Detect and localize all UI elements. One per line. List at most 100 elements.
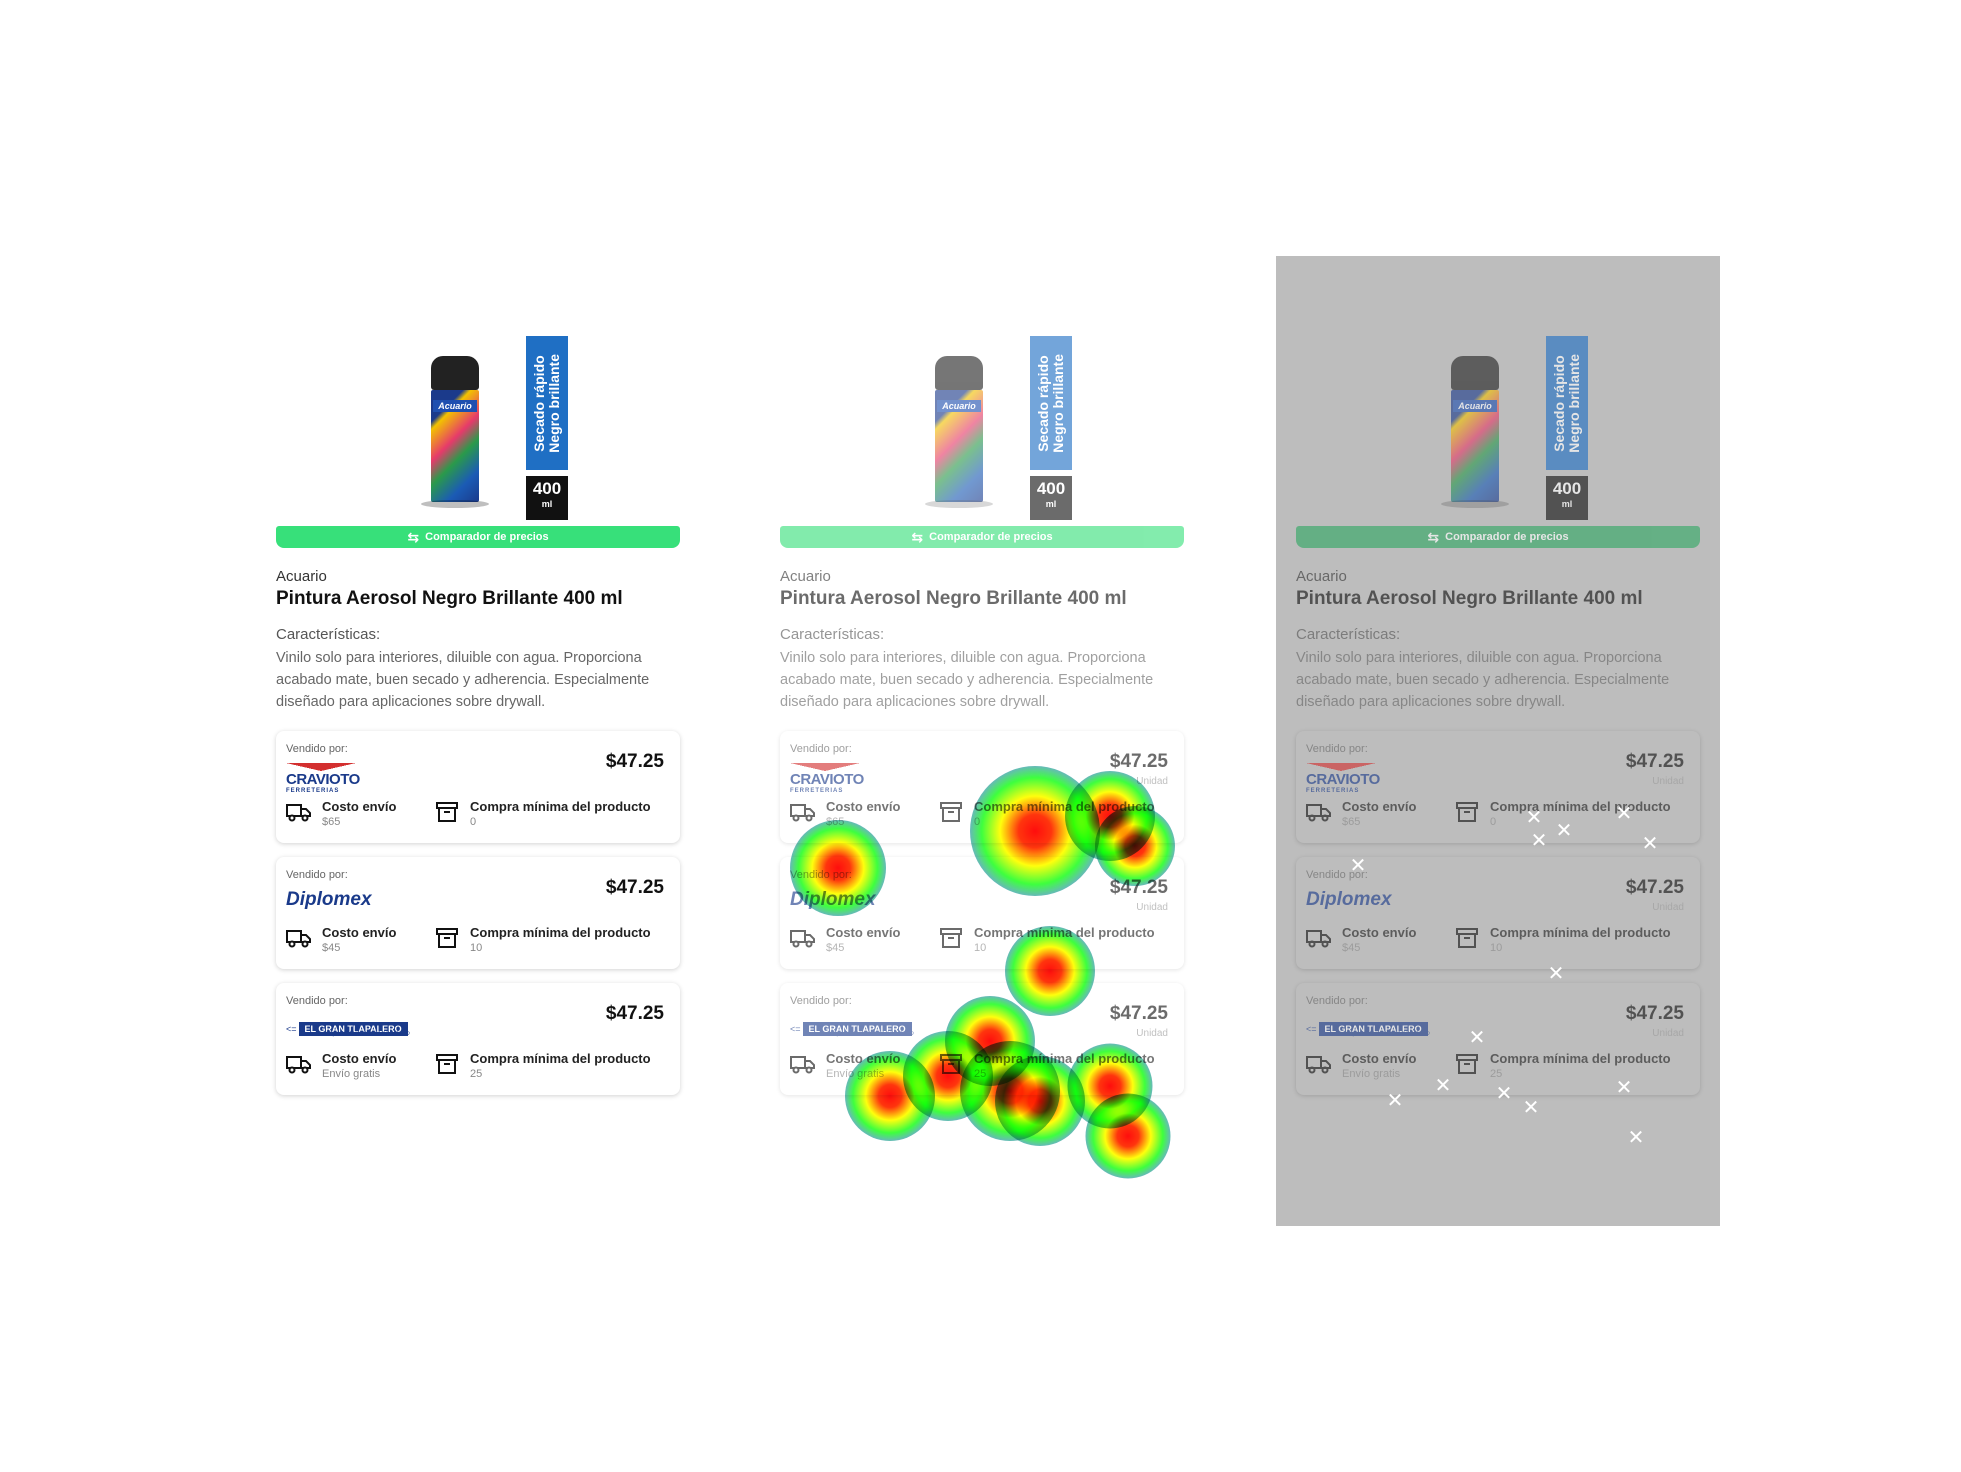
product-image: Acuario Secado rápido Negro brillante 40… <box>780 256 1184 526</box>
price: $47.25 <box>605 1003 664 1024</box>
sellers-list: Vendido por: $47.25 Unidad CRAVIOTO FERRE… <box>780 731 1184 1095</box>
sellers-list: Vendido por: $47.25 Unidad CRAVIOTO FERRE… <box>1296 731 1700 1095</box>
min-purchase-info: Compra mínima del producto 25 <box>1454 1051 1671 1080</box>
seller-logo-diplomex: Diplomex <box>286 889 372 910</box>
seller-card[interactable]: Vendido por: $47.25 Unidad CRAVIOTO FERRE… <box>780 731 1184 843</box>
unit-label: Unidad <box>1652 1028 1684 1039</box>
truck-icon <box>286 1056 311 1074</box>
unit-label: Unidad <box>1136 776 1168 787</box>
product-image: Acuario Secado rápido Negro brillante 40… <box>1296 256 1700 526</box>
shipping-info: Costo envío Envío gratis <box>790 1051 900 1080</box>
characteristics-text: Vinilo solo para interiores, diluible co… <box>1296 650 1670 710</box>
min-purchase-info: Compra mínima del producto 25 <box>938 1051 1155 1080</box>
archive-box-icon <box>436 1054 458 1074</box>
archive-box-icon <box>1456 1054 1478 1074</box>
seller-card[interactable]: Vendido por: $47.25 Unidad CRAVIOTO FERRE… <box>1296 731 1700 843</box>
price: $47.25 <box>1625 1003 1684 1024</box>
characteristics-title: Características: <box>1296 626 1401 643</box>
seller-card[interactable]: Vendido por: $47.25 Unidad Diplomex Cost… <box>1296 857 1700 969</box>
price: $47.25 <box>1625 877 1684 898</box>
sold-by-label: Vendido por: <box>790 743 852 755</box>
seller-card[interactable]: Vendido por: $47.25 <= EL GRAN TLAPALERO E… <box>276 983 680 1095</box>
price: $47.25 <box>605 751 664 772</box>
unit-label: Unidad <box>1136 1028 1168 1039</box>
sold-by-label: Vendido por: <box>790 995 852 1007</box>
compare-prices-button[interactable]: ⇆ Comparador de precios <box>276 526 680 548</box>
compare-prices-button[interactable]: ⇆ Comparador de precios <box>780 526 1184 548</box>
product-image: Acuario Secado rápido Negro brillante 40… <box>276 256 680 526</box>
seller-logo-cravioto: CRAVIOTO FERRETERIAS <box>286 763 436 794</box>
can-brand-label: Acuario <box>433 400 477 412</box>
side-label: Secado rápido Negro brillante <box>1030 336 1072 470</box>
spray-can-image: Acuario <box>925 356 993 508</box>
seller-card[interactable]: Vendido por: $47.25 Unidad <= EL GRAN TLA… <box>1296 983 1700 1095</box>
truck-icon <box>1306 930 1331 948</box>
price: $47.25 <box>1109 751 1168 772</box>
archive-box-icon <box>940 928 962 948</box>
seller-logo-cravioto: CRAVIOTO FERRETERIAS <box>790 763 940 794</box>
price: $47.25 <box>1109 877 1168 898</box>
characteristics-text: Vinilo solo para interiores, diluible co… <box>780 650 1154 710</box>
shipping-info: Costo envío $65 <box>1306 799 1416 828</box>
panel-heatmap: Acuario Secado rápido Negro brillante 40… <box>780 256 1184 1179</box>
panel-clickmap: Acuario Secado rápido Negro brillante 40… <box>1276 256 1720 1226</box>
compare-arrows-icon: ⇆ <box>1427 528 1440 545</box>
seller-logo-tlapalero: <= EL GRAN TLAPALERO El portal ferretero #… <box>1306 1022 1430 1037</box>
side-label: Secado rápido Negro brillante <box>1546 336 1588 470</box>
sold-by-label: Vendido por: <box>286 869 348 881</box>
seller-card[interactable]: Vendido por: $47.25 Unidad <= EL GRAN TLA… <box>780 983 1184 1095</box>
sold-by-label: Vendido por: <box>1306 869 1368 881</box>
brand-name: Acuario <box>1296 568 1347 585</box>
sold-by-label: Vendido por: <box>286 743 348 755</box>
unit-label: Unidad <box>1652 776 1684 787</box>
brand-name: Acuario <box>276 568 327 585</box>
product-title: Pintura Aerosol Negro Brillante 400 ml <box>276 588 623 609</box>
shipping-info: Costo envío Envío gratis <box>286 1051 396 1080</box>
size-label: 400 ml <box>1030 476 1072 520</box>
min-purchase-info: Compra mínima del producto 25 <box>434 1051 651 1080</box>
unit-label: Unidad <box>1136 902 1168 913</box>
truck-icon <box>286 804 311 822</box>
size-label: 400 ml <box>1546 476 1588 520</box>
min-purchase-info: Compra mínima del producto 0 <box>938 799 1155 828</box>
product-card: Acuario Secado rápido Negro brillante 40… <box>1296 256 1700 1109</box>
seller-logo-diplomex: Diplomex <box>790 889 876 910</box>
price: $47.25 <box>605 877 664 898</box>
archive-box-icon <box>1456 928 1478 948</box>
spray-can-image: Acuario <box>1441 356 1509 508</box>
compare-prices-button[interactable]: ⇆ Comparador de precios <box>1296 526 1700 548</box>
seller-logo-tlapalero: <= EL GRAN TLAPALERO El portal ferretero #… <box>790 1022 914 1037</box>
seller-logo-cravioto: CRAVIOTO FERRETERIAS <box>1306 763 1456 794</box>
characteristics-title: Características: <box>276 626 381 643</box>
shipping-info: Costo envío Envío gratis <box>1306 1051 1416 1080</box>
min-purchase-info: Compra mínima del producto 0 <box>1454 799 1671 828</box>
seller-card[interactable]: Vendido por: $47.25 Unidad Diplomex Cost… <box>780 857 1184 969</box>
truck-icon <box>790 930 815 948</box>
seller-card[interactable]: Vendido por: $47.25 Diplomex Costo envío… <box>276 857 680 969</box>
shipping-info: Costo envío $65 <box>790 799 900 828</box>
panel-original: Acuario Secado rápido Negro brillante 40… <box>276 256 680 1109</box>
heat-spot <box>1085 1093 1171 1179</box>
compare-arrows-icon: ⇆ <box>911 528 924 545</box>
shipping-info: Costo envío $45 <box>286 925 396 954</box>
min-purchase-info: Compra mínima del producto 10 <box>938 925 1155 954</box>
price: $47.25 <box>1625 751 1684 772</box>
archive-box-icon <box>436 928 458 948</box>
min-purchase-info: Compra mínima del producto 0 <box>434 799 651 828</box>
truck-icon <box>790 804 815 822</box>
seller-logo-diplomex: Diplomex <box>1306 889 1392 910</box>
truck-icon <box>1306 804 1331 822</box>
seller-logo-tlapalero: <= EL GRAN TLAPALERO El portal ferretero #… <box>286 1022 410 1037</box>
min-purchase-info: Compra mínima del producto 10 <box>434 925 651 954</box>
truck-icon <box>286 930 311 948</box>
product-title: Pintura Aerosol Negro Brillante 400 ml <box>1296 588 1643 609</box>
min-purchase-info: Compra mínima del producto 10 <box>1454 925 1671 954</box>
archive-box-icon <box>940 802 962 822</box>
unit-label: Unidad <box>1652 902 1684 913</box>
price: $47.25 <box>1109 1003 1168 1024</box>
truck-icon <box>790 1056 815 1074</box>
shipping-info: Costo envío $65 <box>286 799 396 828</box>
product-card: Acuario Secado rápido Negro brillante 40… <box>780 256 1184 1095</box>
brand-name: Acuario <box>780 568 831 585</box>
seller-card[interactable]: Vendido por: $47.25 CRAVIOTO FERRETERIAS … <box>276 731 680 843</box>
